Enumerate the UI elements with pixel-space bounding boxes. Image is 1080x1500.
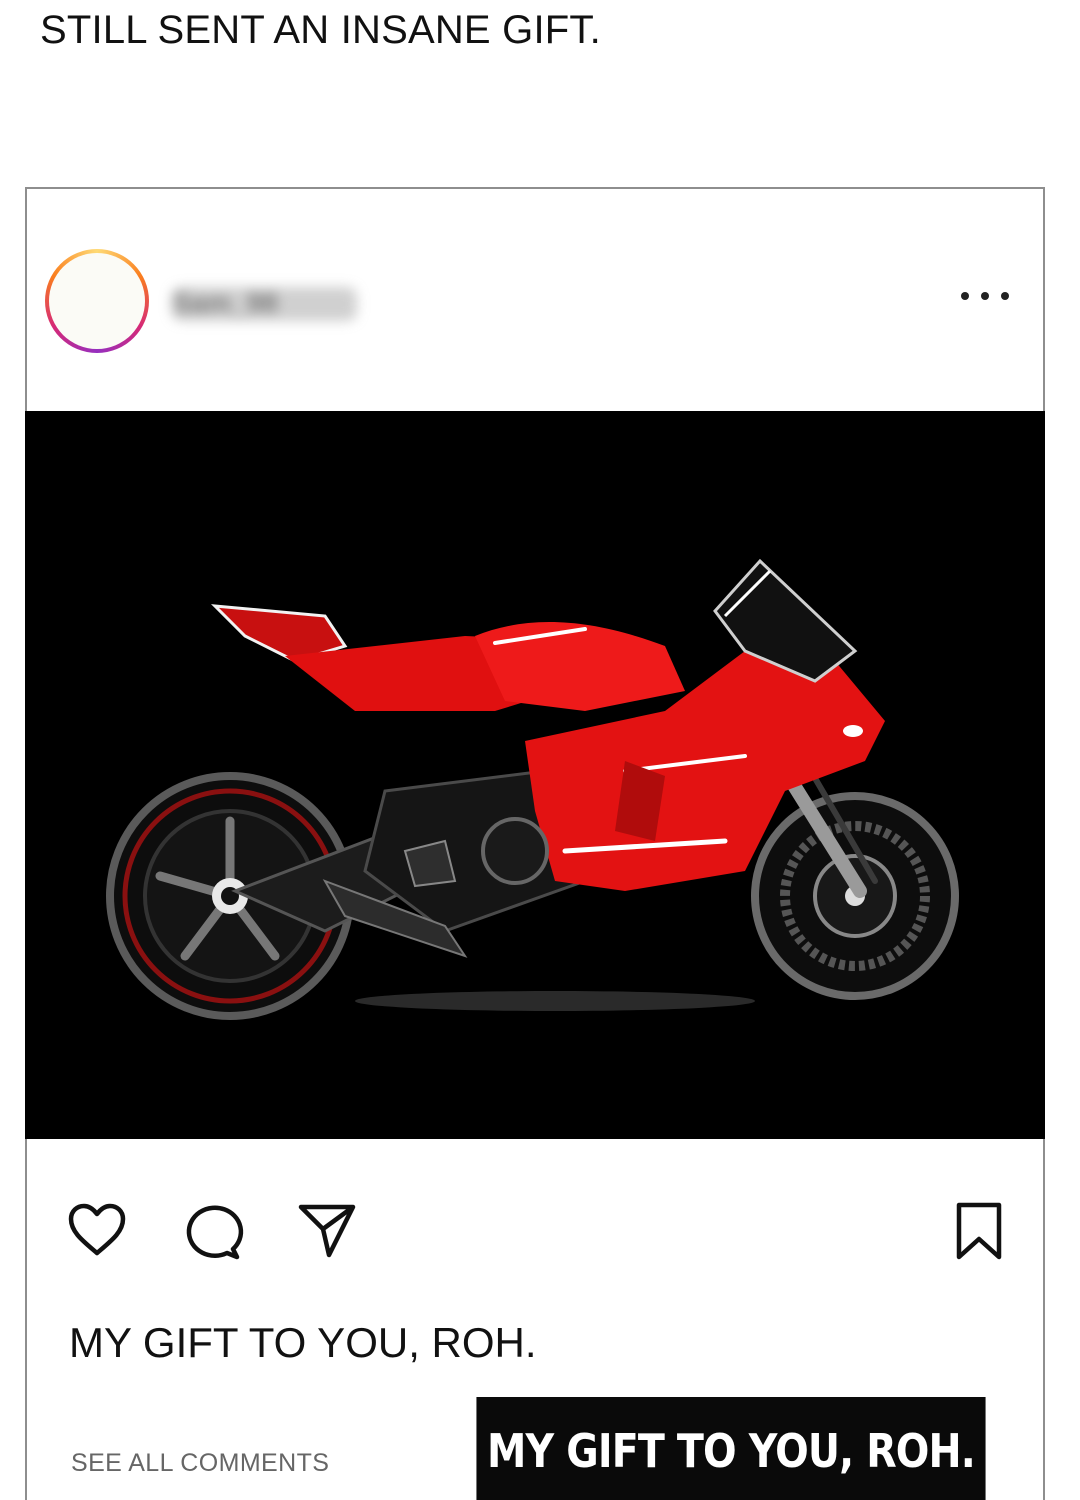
heart-icon[interactable] <box>65 1199 129 1263</box>
username-blurred[interactable]: Sam_98 <box>172 287 357 321</box>
more-dot <box>1001 292 1009 300</box>
headline: STILL SENT AN INSANE GIFT. <box>40 8 601 52</box>
front-wheel <box>751 792 959 1000</box>
more-options-icon[interactable] <box>961 281 1009 311</box>
bookmark-icon[interactable] <box>947 1199 1011 1263</box>
see-all-comments-link[interactable]: SEE ALL COMMENTS <box>71 1449 329 1478</box>
send-icon[interactable] <box>295 1199 359 1263</box>
comment-icon[interactable] <box>181 1199 245 1263</box>
post-image[interactable] <box>25 411 1045 1139</box>
more-dot <box>961 292 969 300</box>
post-header: Sam_98 <box>27 189 1043 413</box>
more-dot <box>981 292 989 300</box>
avatar[interactable] <box>45 249 149 353</box>
avatar-image <box>49 253 145 349</box>
motorcycle-illustration <box>25 411 1045 1139</box>
post-action-bar <box>27 1199 1043 1269</box>
post-caption: MY GIFT TO YOU, ROH. <box>69 1319 537 1366</box>
page: STILL SENT AN INSANE GIFT. Sam_98 MY GIF… <box>0 0 1080 1500</box>
instagram-post-card: Sam_98 MY GIFT TO YOU, ROH. SEE ALL COMM… <box>25 187 1045 1500</box>
caption-banner: MY GIFT TO YOU, ROH. <box>476 1397 986 1500</box>
